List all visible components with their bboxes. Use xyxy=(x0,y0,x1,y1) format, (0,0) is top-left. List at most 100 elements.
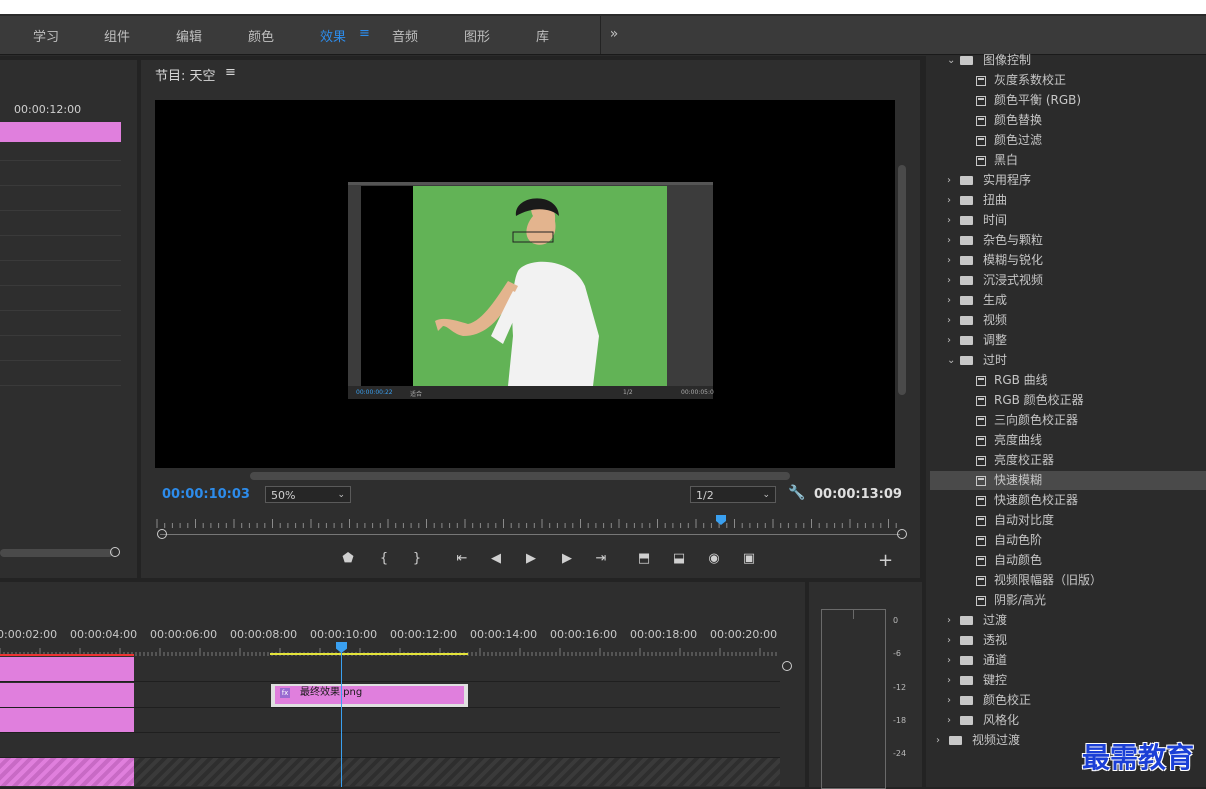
effects-item[interactable]: 黑白 xyxy=(930,151,1206,170)
effects-item[interactable]: 颜色替换 xyxy=(930,111,1206,130)
marker-icon[interactable]: ⬟ xyxy=(337,550,359,568)
chevron-right-icon[interactable]: › xyxy=(947,211,951,230)
tab-4[interactable]: 效果 xyxy=(320,26,346,45)
program-current-timecode[interactable]: 00:00:10:03 xyxy=(162,487,250,502)
effects-folder[interactable]: › 过渡 xyxy=(930,611,1206,630)
tab-5[interactable]: 音频 xyxy=(392,26,418,45)
effects-folder[interactable]: › 键控 xyxy=(930,671,1206,690)
effects-folder[interactable]: › 风格化 xyxy=(930,711,1206,730)
effects-folder[interactable]: ⌄ 图像控制 xyxy=(930,51,1206,70)
chevron-right-icon[interactable]: › xyxy=(947,291,951,310)
source-scroll-handle[interactable] xyxy=(110,547,120,557)
hamburger-icon[interactable]: ≡ xyxy=(359,26,370,41)
timeline-track[interactable] xyxy=(0,733,780,758)
effects-folder[interactable]: › 透视 xyxy=(930,631,1206,650)
workspace-overflow-button[interactable]: » xyxy=(600,16,627,54)
program-title[interactable]: 节目: 天空 xyxy=(155,65,216,84)
wrench-icon[interactable]: 🔧 xyxy=(788,485,805,501)
effects-folder[interactable]: › 调整 xyxy=(930,331,1206,350)
go-to-out-icon[interactable]: ⇥ xyxy=(590,550,612,568)
tab-1[interactable]: 组件 xyxy=(104,26,130,45)
go-to-in-icon[interactable]: ⇤ xyxy=(451,550,473,568)
effects-folder[interactable]: › 颜色校正 xyxy=(930,691,1206,710)
effects-item[interactable]: RGB 颜色校正器 xyxy=(930,391,1206,410)
chevron-right-icon[interactable]: › xyxy=(947,651,951,670)
lift-icon[interactable]: ⬒ xyxy=(633,550,655,568)
chevron-right-icon[interactable]: › xyxy=(947,191,951,210)
effects-item[interactable]: 自动色阶 xyxy=(930,531,1206,550)
chevron-right-icon[interactable]: › xyxy=(947,271,951,290)
program-time-ruler[interactable] xyxy=(155,515,905,529)
tab-3[interactable]: 颜色 xyxy=(248,26,274,45)
effects-folder[interactable]: › 沉浸式视频 xyxy=(930,271,1206,290)
comparison-view-icon[interactable]: ▣ xyxy=(738,550,760,568)
export-frame-icon[interactable]: ◉ xyxy=(703,550,725,568)
effects-item[interactable]: 阴影/高光 xyxy=(930,591,1206,610)
source-clip[interactable] xyxy=(0,122,121,142)
playback-resolution-select[interactable]: 1/2 ⌄ xyxy=(690,486,776,503)
timeline-work-area-bar[interactable] xyxy=(270,653,468,655)
effects-folder[interactable]: ⌄ 过时 xyxy=(930,351,1206,370)
effects-item[interactable]: RGB 曲线 xyxy=(930,371,1206,390)
tab-2[interactable]: 编辑 xyxy=(176,26,202,45)
chevron-right-icon[interactable]: › xyxy=(947,611,951,630)
chevron-right-icon[interactable]: › xyxy=(947,231,951,250)
step-forward-icon[interactable]: ▶ xyxy=(556,550,578,568)
timeline-clip[interactable] xyxy=(0,708,134,732)
chevron-right-icon[interactable]: › xyxy=(936,731,940,750)
effects-item[interactable]: 亮度曲线 xyxy=(930,431,1206,450)
effects-folder[interactable]: › 杂色与颗粒 xyxy=(930,231,1206,250)
chevron-right-icon[interactable]: › xyxy=(947,711,951,730)
effects-item[interactable]: 快速模糊 xyxy=(930,471,1206,490)
timeline-scroll-handle[interactable] xyxy=(782,661,792,671)
chevron-right-icon[interactable]: › xyxy=(947,311,951,330)
timeline-clip[interactable] xyxy=(0,657,134,681)
tab-6[interactable]: 图形 xyxy=(464,26,490,45)
source-scrollbar[interactable] xyxy=(0,549,113,557)
program-vertical-scrollbar[interactable] xyxy=(898,165,906,395)
step-back-icon[interactable]: ◀ xyxy=(485,550,507,568)
program-horizontal-scrollbar[interactable] xyxy=(250,472,790,480)
chevron-down-icon[interactable]: ⌄ xyxy=(947,51,955,70)
chevron-right-icon[interactable]: › xyxy=(947,631,951,650)
chevron-right-icon[interactable]: › xyxy=(947,251,951,270)
effects-item[interactable]: 视频限幅器（旧版） xyxy=(930,571,1206,590)
hamburger-icon[interactable]: ≡ xyxy=(225,65,236,80)
effects-item[interactable]: 颜色过滤 xyxy=(930,131,1206,150)
chevron-right-icon[interactable]: › xyxy=(947,331,951,350)
effects-folder[interactable]: › 模糊与锐化 xyxy=(930,251,1206,270)
button-editor-add-button[interactable]: + xyxy=(878,550,893,571)
tab-0[interactable]: 学习 xyxy=(33,26,59,45)
effects-item-label: RGB 颜色校正器 xyxy=(994,393,1084,407)
effects-item[interactable]: 灰度系数校正 xyxy=(930,71,1206,90)
zoom-bar-left-handle[interactable] xyxy=(157,529,167,539)
extract-icon[interactable]: ⬓ xyxy=(668,550,690,568)
timeline-clip[interactable] xyxy=(0,683,134,707)
effects-item[interactable]: 三向颜色校正器 xyxy=(930,411,1206,430)
chevron-right-icon[interactable]: › xyxy=(947,171,951,190)
chevron-right-icon[interactable]: › xyxy=(947,691,951,710)
effects-folder[interactable]: › 视频 xyxy=(930,311,1206,330)
effects-folder[interactable]: › 通道 xyxy=(930,651,1206,670)
effects-folder[interactable]: › 扭曲 xyxy=(930,191,1206,210)
effects-folder[interactable]: › 实用程序 xyxy=(930,171,1206,190)
effects-item[interactable]: 自动颜色 xyxy=(930,551,1206,570)
chevron-down-icon[interactable]: ⌄ xyxy=(947,351,955,370)
effects-folder-label: 透视 xyxy=(983,633,1008,647)
program-zoom-bar[interactable] xyxy=(160,534,900,535)
chevron-right-icon[interactable]: › xyxy=(947,671,951,690)
effects-item[interactable]: 亮度校正器 xyxy=(930,451,1206,470)
effects-folder[interactable]: › 时间 xyxy=(930,211,1206,230)
effects-item[interactable]: 颜色平衡 (RGB) xyxy=(930,91,1206,110)
mark-in-icon[interactable]: { xyxy=(373,550,395,568)
effects-item[interactable]: 自动对比度 xyxy=(930,511,1206,530)
effects-folder[interactable]: › 生成 xyxy=(930,291,1206,310)
effects-item[interactable]: 快速颜色校正器 xyxy=(930,491,1206,510)
tab-7[interactable]: 库 xyxy=(536,26,549,45)
mark-out-icon[interactable]: } xyxy=(406,550,428,568)
play-icon[interactable]: ▶ xyxy=(520,550,542,568)
effect-preset-icon xyxy=(976,76,986,86)
zoom-level-select[interactable]: 50% ⌄ xyxy=(265,486,351,503)
timeline-audio-clip[interactable] xyxy=(0,758,134,786)
zoom-bar-right-handle[interactable] xyxy=(897,529,907,539)
